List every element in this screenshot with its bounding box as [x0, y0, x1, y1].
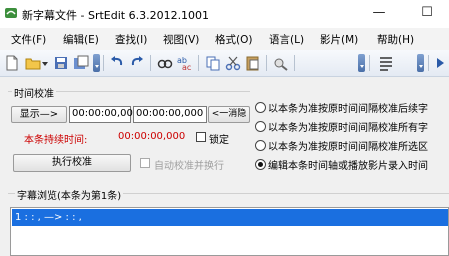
menu-format[interactable]: 格式(O) — [215, 32, 252, 47]
undo-icon[interactable] — [108, 54, 126, 72]
toolbar-separator — [103, 55, 104, 71]
toolbar-grip[interactable] — [93, 54, 100, 72]
subtitle-list[interactable]: 1 : : , —> : : , — [10, 207, 449, 256]
option-label-4: 编辑本条时间轴或播放影片录入时间 — [268, 161, 428, 172]
toolbar-separator — [266, 55, 267, 71]
option-radio-1[interactable] — [255, 102, 266, 113]
option-label-2: 以本条为准按原时间间隔校准所有字 — [268, 123, 428, 134]
list-item[interactable]: 1 : : , —> : : , — [12, 209, 448, 226]
menu-movie[interactable]: 影片(M) — [320, 32, 358, 47]
toolbar-separator — [198, 55, 199, 71]
option-radio-4[interactable] — [255, 159, 266, 170]
timing-group-label: 时间校准 — [12, 85, 56, 100]
menu-help[interactable]: 帮助(H) — [377, 32, 414, 47]
save-icon[interactable] — [52, 54, 70, 72]
menu-bar: 文件(F) 编辑(E) 查找(I) 视图(V) 格式(O) 语言(L) 影片(M… — [0, 28, 449, 50]
show-button[interactable]: 显示—> — [11, 106, 67, 123]
save-as-icon[interactable] — [72, 54, 90, 72]
align-icon[interactable] — [377, 54, 395, 72]
settings-icon[interactable] — [272, 54, 290, 72]
duration-value: 00:00:00,000 — [118, 131, 186, 142]
auto-calibrate-checkbox[interactable] — [140, 158, 150, 168]
menu-view[interactable]: 视图(V) — [163, 32, 199, 47]
new-file-icon[interactable] — [3, 54, 21, 72]
redo-icon[interactable] — [128, 54, 146, 72]
cut-icon[interactable] — [224, 54, 242, 72]
lock-label: 锁定 — [209, 135, 229, 146]
toolbar-separator — [428, 55, 429, 71]
browse-group-label: 字幕浏览(本条为第1条) — [15, 187, 124, 202]
execute-calibration-button[interactable]: 执行校准 — [13, 154, 131, 172]
toolbar-separator — [294, 55, 295, 71]
menu-file[interactable]: 文件(F) — [11, 32, 46, 47]
paste-icon[interactable] — [244, 54, 262, 72]
find-icon[interactable] — [156, 54, 174, 72]
toolbar-grip[interactable] — [358, 54, 365, 72]
option-radio-3[interactable] — [255, 140, 266, 151]
option-label-1: 以本条为准按原时间间隔校准后续字 — [268, 104, 428, 115]
lock-checkbox[interactable] — [196, 132, 206, 142]
cancel-hide-button[interactable]: <一消隐 — [208, 106, 250, 123]
dropdown-arrow-icon[interactable] — [40, 54, 50, 72]
app-logo-icon — [5, 8, 17, 18]
copy-icon[interactable] — [204, 54, 222, 72]
menu-find[interactable]: 查找(I) — [115, 32, 147, 47]
toolbar-grip[interactable] — [417, 54, 424, 72]
toolbar-separator — [150, 55, 151, 71]
svg-text:ac: ac — [182, 63, 191, 72]
maximize-button[interactable]: ☐ — [405, 0, 449, 28]
menu-edit[interactable]: 编辑(E) — [63, 32, 99, 47]
start-time-field[interactable]: 00:00:00,000 — [69, 106, 139, 123]
title-bar: 新字幕文件 - SrtEdit 6.3.2012.1001 — ☐ — [0, 0, 449, 28]
duration-label: 本条持续时间: — [24, 135, 88, 146]
end-time-field[interactable]: 00:00:00,000 — [133, 106, 207, 123]
replace-icon[interactable]: abac — [176, 54, 194, 72]
option-label-3: 以本条为准按原时间间隔校准所选区 — [268, 142, 428, 153]
menu-language[interactable]: 语言(L) — [269, 32, 304, 47]
toolbar-separator — [369, 55, 370, 71]
list-item-text: 1 : : , —> : : , — [15, 212, 82, 223]
toolbar: ab ac — [0, 50, 449, 77]
minimize-button[interactable]: — — [357, 0, 401, 28]
auto-calibrate-label: 自动校准并换行 — [154, 161, 224, 172]
window-title: 新字幕文件 - SrtEdit 6.3.2012.1001 — [22, 9, 210, 22]
play-icon[interactable] — [434, 54, 446, 72]
option-radio-2[interactable] — [255, 121, 266, 132]
